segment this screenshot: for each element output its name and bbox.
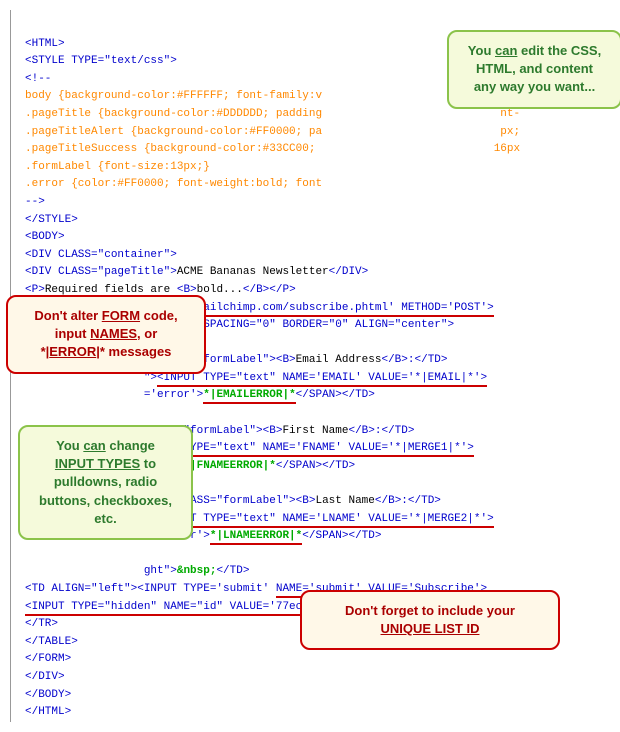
error-token: *|EMAILERROR|* — [203, 389, 295, 404]
input-email: <INPUT TYPE="text" NAME='EMAIL' VALUE='*… — [157, 372, 487, 387]
code-line: </TR> — [25, 618, 58, 630]
code-line: <HTML> — [25, 38, 65, 50]
code-line: <TD ALIGN="left"><INPUT TYPE='submit' — [25, 583, 276, 595]
code-line: <BODY> — [25, 231, 65, 243]
code-line: .error {color:#FF0000; font-weight:bold;… — [25, 178, 322, 190]
code-line: </DIV> — [25, 671, 65, 683]
code-line: <DIV CLASS="container"> — [25, 249, 177, 261]
code-line: </BODY> — [25, 689, 71, 701]
code-line: </STYLE> — [25, 214, 78, 226]
code-line: </HTML> — [25, 706, 71, 718]
input-lname: <INPUT TYPE="text" NAME='LNAME' VALUE='*… — [157, 513, 494, 528]
code-line: .pageTitleAlert {background-color:#FF000… — [25, 126, 322, 138]
callout-can-edit: You can edit the CSS, HTML, and content … — [447, 30, 620, 109]
callout-unique-list-id: Don't forget to include your UNIQUE LIST… — [300, 590, 560, 650]
callout-dont-alter-form: Don't alter FORM code, input NAMES, or *… — [6, 295, 206, 374]
callout-input-types: You can change INPUT TYPES to pulldowns,… — [18, 425, 193, 540]
code-line: <DIV CLASS="pageTitle"> — [25, 266, 177, 278]
code-line: .pageTitle {background-color:#DDDDDD; pa… — [25, 108, 322, 120]
error-token: *|FNAMEERROR|* — [183, 460, 275, 472]
code-line: --> — [25, 196, 45, 208]
code-line: </FORM> — [25, 653, 71, 665]
code-line: </TABLE> — [25, 636, 78, 648]
code-line: .formLabel {font-size:13px;} — [25, 161, 210, 173]
code-line: body {background-color:#FFFFFF; font-fam… — [25, 90, 322, 102]
code-line: <STYLE TYPE="text/css"> — [25, 55, 177, 67]
code-line: <!-- — [25, 73, 51, 85]
code-line: .pageTitleSuccess {background-color:#33C… — [25, 143, 322, 155]
error-token: *|LNAMEERROR|* — [210, 530, 302, 545]
